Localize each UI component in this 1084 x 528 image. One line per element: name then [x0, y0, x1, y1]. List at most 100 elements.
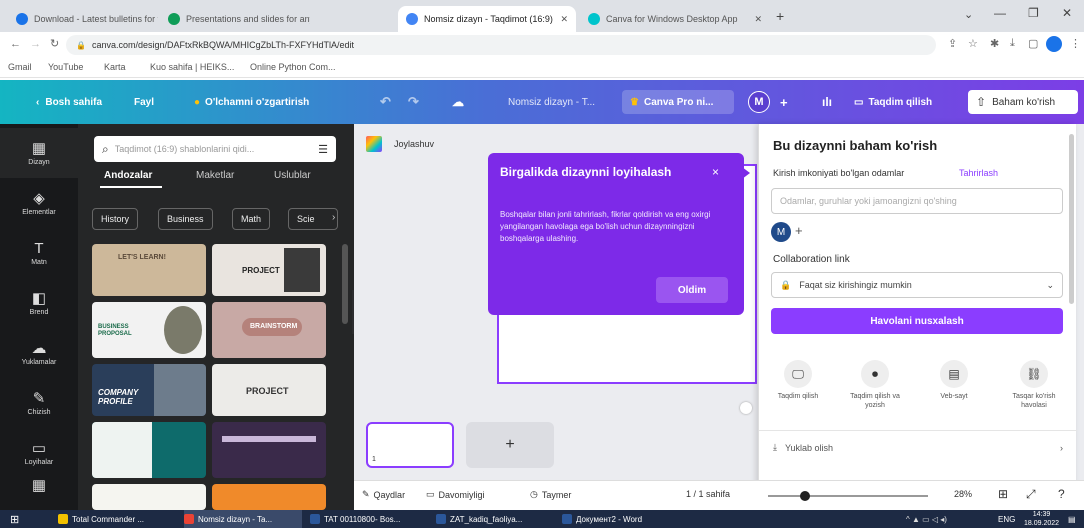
menu-kebab-icon[interactable]: ⋮	[1070, 37, 1081, 50]
page-thumbnail[interactable]: 1	[366, 422, 454, 468]
duration-button[interactable]: ▭ Davomiyligi	[426, 489, 485, 500]
taskbar-item[interactable]: Total Commander ...	[58, 510, 176, 528]
tab-templates[interactable]: Andozalar	[104, 170, 152, 181]
bookmark-python[interactable]: Online Python Com...	[250, 62, 336, 72]
add-people-input[interactable]: Odamlar, guruhlar yoki jamoangizni qo'sh…	[771, 188, 1063, 214]
zoom-slider-knob[interactable]	[800, 491, 810, 501]
home-button[interactable]: ‹ Bosh sahifa	[28, 90, 110, 114]
add-collaborator-icon[interactable]: +	[772, 90, 796, 114]
template-thumb[interactable]: BRAINSTORM	[212, 302, 326, 358]
browser-tab[interactable]: Download - Latest bulletins for t... ✕	[8, 6, 158, 32]
redo-icon[interactable]: ↷	[400, 90, 427, 114]
canva-pro-button[interactable]: ♛ Canva Pro ni...	[622, 90, 734, 114]
template-thumb[interactable]	[212, 422, 326, 478]
chip-business[interactable]: Business	[158, 208, 213, 230]
windows-start-icon[interactable]: ⊞	[10, 510, 19, 528]
member-avatar[interactable]: M	[771, 222, 791, 242]
url-field[interactable]: 🔒 canva.com/design/DAFtxRkBQWA/MHICgZbLT…	[66, 35, 936, 55]
browser-tab[interactable]: Presentations and slides for any... ✕	[160, 6, 310, 32]
template-thumb[interactable]: COMPANY PROFILE	[92, 364, 206, 416]
analytics-icon[interactable]: ılı	[814, 90, 840, 114]
link-access-select[interactable]: 🔒 Faqat siz kirishingiz mumkin ⌄	[771, 272, 1063, 298]
chip-history[interactable]: History	[92, 208, 139, 230]
zoom-level[interactable]: 28%	[954, 489, 972, 499]
bookmark-star-icon[interactable]: ☆	[968, 37, 978, 50]
present-button[interactable]: ▭ Taqdim qilish	[846, 90, 940, 114]
timer-button[interactable]: ◷ Taymer	[530, 489, 571, 500]
template-thumb[interactable]: BUSINESS PROPOSAL	[92, 302, 206, 358]
taskbar-item[interactable]: ZAT_kadiq_faoliya...	[436, 510, 554, 528]
bookmark-site[interactable]: Kuo sahifa | HEIKS...	[150, 62, 234, 72]
share-action-record[interactable]: ⏺ Taqdim qilish va yozish	[849, 360, 901, 410]
rail-item-text[interactable]: T Matn	[0, 228, 78, 278]
template-thumb[interactable]	[92, 484, 206, 510]
share-action-present[interactable]: 🖵 Taqdim qilish	[773, 360, 823, 401]
add-page-button[interactable]: +	[466, 422, 554, 468]
panel-scrollbar[interactable]	[342, 244, 348, 324]
filter-icon[interactable]: ☰	[318, 143, 328, 156]
page-counter[interactable]: 1 / 1 sahifa	[686, 489, 730, 499]
template-thumb[interactable]: PROJECT	[212, 364, 326, 416]
chevron-right-icon[interactable]: ›	[332, 212, 335, 223]
share-button[interactable]: ⇧ Baham ko'rish	[968, 90, 1078, 114]
tab-search-icon[interactable]: ⌄	[964, 8, 973, 21]
zoom-slider[interactable]	[768, 491, 928, 501]
rail-item-uploads[interactable]: ☁ Yuklamalar	[0, 328, 78, 378]
new-tab-button[interactable]: +	[776, 8, 784, 24]
download-row[interactable]: ⤓ Yuklab olish ›	[773, 442, 1063, 453]
fullscreen-icon[interactable]: ⤢	[1026, 487, 1036, 502]
tab-close-icon[interactable]: ✕	[556, 14, 568, 25]
rail-item-elements[interactable]: ◈ Elementlar	[0, 178, 78, 228]
user-avatar[interactable]: M	[748, 91, 770, 113]
scroll-up-icon[interactable]	[740, 402, 752, 414]
tooltip-close-icon[interactable]: ×	[712, 165, 719, 179]
tab-layouts[interactable]: Maketlar	[196, 170, 234, 181]
template-thumb[interactable]	[212, 484, 326, 510]
rail-item-brand[interactable]: ◧ Brend	[0, 278, 78, 328]
tab-close-icon[interactable]: ✕	[750, 14, 762, 25]
notifications-icon[interactable]: ▤	[1068, 510, 1076, 528]
document-title[interactable]: Nomsiz dizayn - T...	[500, 90, 603, 114]
template-thumb[interactable]: PROJECT	[212, 244, 326, 296]
minimize-icon[interactable]: —	[994, 6, 1006, 20]
share-scrollbar[interactable]	[1069, 134, 1074, 304]
undo-icon[interactable]: ↶	[372, 90, 399, 114]
browser-tab[interactable]: Canva for Windows Desktop App ✕	[580, 6, 770, 32]
add-member-icon[interactable]: +	[795, 223, 803, 238]
resize-button[interactable]: ● O'lchamni o'zgartirish	[186, 90, 317, 114]
bookmark-youtube[interactable]: YouTube	[48, 62, 83, 72]
template-thumb[interactable]	[92, 422, 206, 478]
bookmark-karta[interactable]: Karta	[104, 62, 126, 72]
file-menu[interactable]: Fayl	[126, 90, 162, 114]
chip-math[interactable]: Math	[232, 208, 271, 230]
share-page-icon[interactable]: ⇪	[948, 37, 957, 50]
download-icon[interactable]: ⤓	[1010, 37, 1015, 50]
taskbar-item[interactable]: TAT 00110800- Bos...	[310, 510, 428, 528]
taskbar-item[interactable]: Документ2 - Word	[562, 510, 680, 528]
rail-item-design[interactable]: ▦ Dizayn	[0, 128, 78, 178]
maximize-icon[interactable]: ❐	[1028, 6, 1039, 20]
share-action-view-link[interactable]: ⛓ Tasqar ko'rish havolasi	[1005, 360, 1063, 410]
notes-button[interactable]: ✎ Qaydlar	[362, 489, 405, 500]
chip-science[interactable]: Scie	[288, 208, 338, 230]
profile-avatar-icon[interactable]	[1046, 36, 1062, 52]
browser-tab-active[interactable]: Nomsiz dizayn - Taqdimot (16:9) ✕	[398, 6, 576, 32]
clock[interactable]: 14:39 18.09.2022	[1024, 510, 1059, 528]
tray-icons[interactable]: ^ ▲ ▭ ◁ ◂)	[906, 510, 947, 528]
template-search-input[interactable]: ⌕ Taqdimot (16:9) shablonlarini qidi... …	[94, 136, 336, 162]
template-thumb[interactable]: LET'S LEARN!	[92, 244, 206, 296]
edit-access-link[interactable]: Tahrirlash	[959, 168, 998, 178]
copy-link-button[interactable]: Havolani nusxalash	[771, 308, 1063, 334]
page-label[interactable]: Joylashuv	[394, 139, 434, 149]
back-arrow-icon[interactable]: ←	[10, 38, 21, 50]
language-indicator[interactable]: ENG	[998, 510, 1015, 528]
extensions-icon[interactable]: ✱	[990, 37, 999, 50]
cloud-saved-icon[interactable]: ☁	[444, 90, 472, 114]
reload-icon[interactable]: ↻	[50, 37, 59, 50]
share-action-website[interactable]: ▤ Veb-sayt	[929, 360, 979, 401]
rail-item-apps[interactable]: ▦	[0, 462, 78, 512]
sidepanel-icon[interactable]: ▢	[1028, 37, 1038, 50]
close-window-icon[interactable]: ✕	[1062, 6, 1072, 20]
tooltip-ok-button[interactable]: Oldim	[656, 277, 728, 303]
taskbar-item-active[interactable]: Nomsiz dizayn - Ta...	[184, 510, 302, 528]
